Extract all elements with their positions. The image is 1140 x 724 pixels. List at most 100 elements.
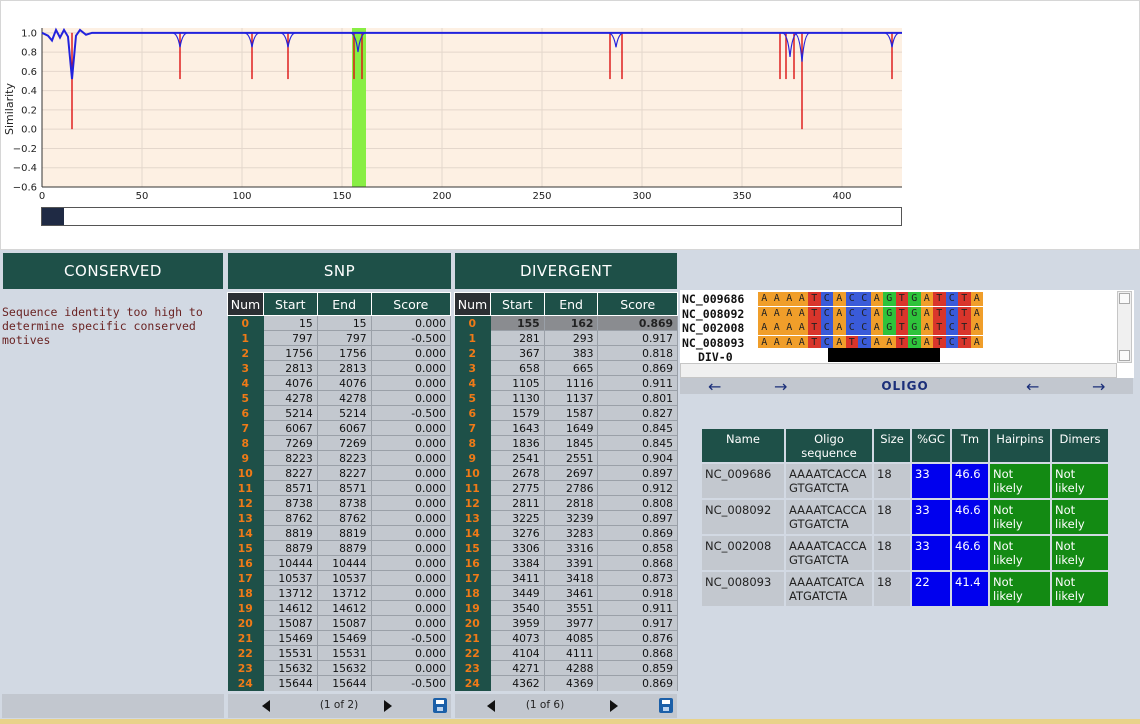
div-row[interactable]: 21 4073 4085 0.876 [454,630,678,646]
oligo-col-size[interactable]: Size [872,427,912,464]
base-C: C [945,306,958,321]
div-row[interactable]: 10 2678 2697 0.897 [454,465,678,481]
base-A: A [770,292,783,306]
divergent-pager: (1 of 6) [455,694,677,718]
oligo-col-gc[interactable]: %GC [910,427,952,464]
conserved-tab[interactable]: CONSERVED [3,253,223,289]
oligo-right-arrow-icon[interactable]: → [774,377,787,396]
snp-row[interactable]: 4 4076 4076 0.000 [227,375,452,391]
div-col-num[interactable]: Num [454,292,491,316]
snp-row[interactable]: 0 15 15 0.000 [227,315,452,331]
snp-row[interactable]: 5 4278 4278 0.000 [227,390,452,406]
div-row[interactable]: 5 1130 1137 0.801 [454,390,678,406]
snp-cell-end: 8879 [317,540,372,556]
div-row[interactable]: 17 3411 3418 0.873 [454,570,678,586]
snp-col-end[interactable]: End [316,292,372,316]
oligo-col-dimers[interactable]: Dimers [1050,427,1110,464]
div-row[interactable]: 24 4362 4369 0.869 [454,675,678,691]
div-next-page-icon[interactable] [610,700,618,712]
alignment-horizontal-scrollbar[interactable] [680,363,1117,378]
snp-row[interactable]: 17 10537 10537 0.000 [227,570,452,586]
oligo-far-right-arrow-icon[interactable]: → [1092,377,1105,396]
snp-row[interactable]: 18 13712 13712 0.000 [227,585,452,601]
div-row[interactable]: 14 3276 3283 0.869 [454,525,678,541]
snp-cell-score: 0.000 [371,420,452,436]
oligo-col-hairpins[interactable]: Hairpins [988,427,1052,464]
snp-row[interactable]: 3 2813 2813 0.000 [227,360,452,376]
snp-row[interactable]: 24 15644 15644 -0.500 [227,675,452,691]
snp-prev-page-icon[interactable] [262,700,270,712]
div-col-end[interactable]: End [543,292,599,316]
div-row[interactable]: 9 2541 2551 0.904 [454,450,678,466]
divergent-tab[interactable]: DIVERGENT [455,253,677,289]
div-row[interactable]: 23 4271 4288 0.859 [454,660,678,676]
snp-row[interactable]: 12 8738 8738 0.000 [227,495,452,511]
oligo-row[interactable]: NC_009686 AAAATCACCAGTGATCTA 18 33 46.6 Not l… [700,462,1110,500]
div-save-icon[interactable] [659,698,673,713]
div-prev-page-icon[interactable] [487,700,495,712]
div-row[interactable]: 19 3540 3551 0.911 [454,600,678,616]
chart-range-scroll-thumb[interactable] [42,208,64,225]
div-row[interactable]: 0 155 162 0.869 [454,315,678,331]
div-row[interactable]: 11 2775 2786 0.912 [454,480,678,496]
oligo-col-name[interactable]: Name [700,427,786,464]
div-row[interactable]: 4 1105 1116 0.911 [454,375,678,391]
div-row[interactable]: 16 3384 3391 0.868 [454,555,678,571]
div-row[interactable]: 8 1836 1845 0.845 [454,435,678,451]
div-row[interactable]: 3 658 665 0.869 [454,360,678,376]
snp-row[interactable]: 19 14612 14612 0.000 [227,600,452,616]
div-row[interactable]: 2 367 383 0.818 [454,345,678,361]
oligo-left-arrow-icon[interactable]: ← [708,377,721,396]
oligo-row[interactable]: NC_008092 AAAATCACCAGTGATCTA 18 33 46.6 Not l… [700,498,1110,536]
div-cell-score: 0.876 [597,630,678,646]
snp-row[interactable]: 21 15469 15469 -0.500 [227,630,452,646]
div-row[interactable]: 6 1579 1587 0.827 [454,405,678,421]
base-T: T [958,321,971,335]
oligo-row[interactable]: NC_008093 AAAATCATCAATGATCTA 18 22 41.4 Not l… [700,570,1110,608]
snp-col-num[interactable]: Num [227,292,264,316]
base-G: G [908,321,921,335]
alignment-vertical-scrollbar[interactable] [1117,291,1132,363]
snp-row[interactable]: 20 15087 15087 0.000 [227,615,452,631]
scroll-down-icon[interactable] [1119,350,1130,361]
snp-row[interactable]: 7 6067 6067 0.000 [227,420,452,436]
snp-col-start[interactable]: Start [262,292,318,316]
oligo-far-left-arrow-icon[interactable]: ← [1026,377,1039,396]
snp-row[interactable]: 8 7269 7269 0.000 [227,435,452,451]
div-row[interactable]: 20 3959 3977 0.917 [454,615,678,631]
scroll-up-icon[interactable] [1119,293,1130,304]
div-row[interactable]: 7 1643 1649 0.845 [454,420,678,436]
oligo-col-tm[interactable]: Tm [950,427,990,464]
oligo-col-sequence[interactable]: Oligo sequence [784,427,874,464]
div-cell-start: 3540 [490,600,545,616]
div-cell-start: 1836 [490,435,545,451]
snp-row[interactable]: 1 797 797 -0.500 [227,330,452,346]
snp-row[interactable]: 6 5214 5214 -0.500 [227,405,452,421]
snp-row[interactable]: 22 15531 15531 0.000 [227,645,452,661]
snp-col-score[interactable]: Score [370,292,452,316]
snp-save-icon[interactable] [433,698,447,713]
div-row[interactable]: 15 3306 3316 0.858 [454,540,678,556]
div-row[interactable]: 18 3449 3461 0.918 [454,585,678,601]
snp-row[interactable]: 23 15632 15632 0.000 [227,660,452,676]
div-cell-score: 0.808 [597,495,678,511]
div-col-start[interactable]: Start [489,292,545,316]
div-row[interactable]: 13 3225 3239 0.897 [454,510,678,526]
chart-range-scrollbar[interactable] [41,207,902,226]
snp-row[interactable]: 11 8571 8571 0.000 [227,480,452,496]
snp-row[interactable]: 10 8227 8227 0.000 [227,465,452,481]
snp-next-page-icon[interactable] [384,700,392,712]
div-col-score[interactable]: Score [597,292,678,316]
snp-cell-score: 0.000 [371,570,452,586]
oligo-row[interactable]: NC_002008 AAAATCACCAGTGATCTA 18 33 46.6 Not l… [700,534,1110,572]
snp-row[interactable]: 15 8879 8879 0.000 [227,540,452,556]
snp-row[interactable]: 13 8762 8762 0.000 [227,510,452,526]
snp-row[interactable]: 14 8819 8819 0.000 [227,525,452,541]
snp-row[interactable]: 9 8223 8223 0.000 [227,450,452,466]
snp-tab[interactable]: SNP [228,253,451,289]
snp-row[interactable]: 16 10444 10444 0.000 [227,555,452,571]
div-row[interactable]: 1 281 293 0.917 [454,330,678,346]
div-row[interactable]: 22 4104 4111 0.868 [454,645,678,661]
div-row[interactable]: 12 2811 2818 0.808 [454,495,678,511]
snp-row[interactable]: 2 1756 1756 0.000 [227,345,452,361]
